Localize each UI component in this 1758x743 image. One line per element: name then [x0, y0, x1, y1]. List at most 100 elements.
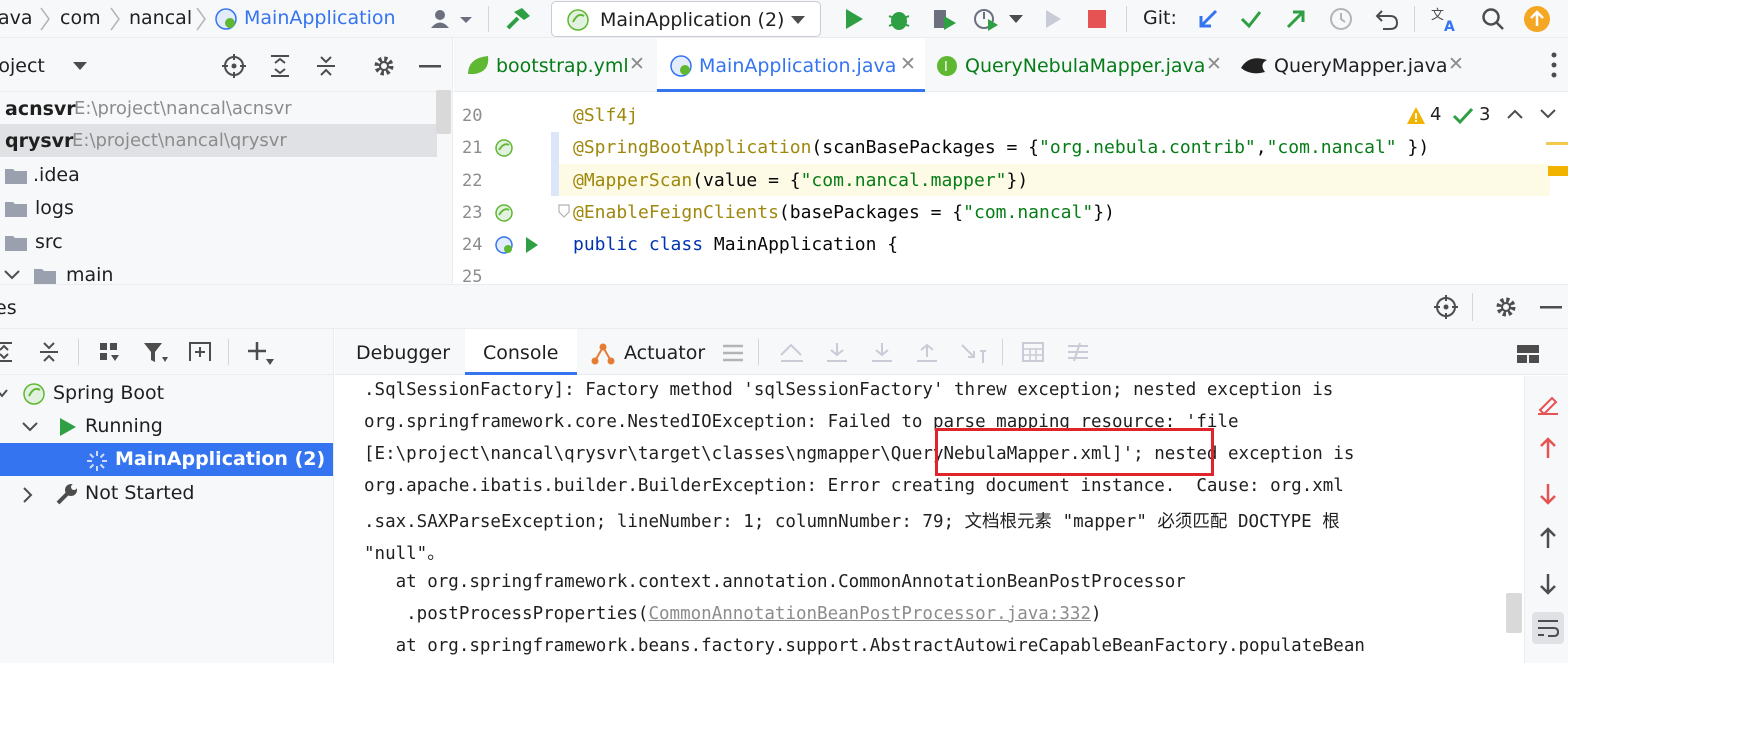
- stop-icon[interactable]: [1086, 8, 1108, 30]
- toolbar-divider: [488, 6, 489, 32]
- debug-icon[interactable]: [886, 6, 912, 32]
- git-history-icon[interactable]: [1328, 6, 1354, 32]
- rollback-icon[interactable]: [1374, 6, 1400, 32]
- inspection-widget[interactable]: 4 3: [1406, 104, 1556, 132]
- close-icon[interactable]: ✕: [1206, 53, 1222, 75]
- chevron-down-icon: [791, 16, 805, 24]
- previous-occurrence-icon[interactable]: [1538, 436, 1558, 460]
- close-icon[interactable]: ✕: [900, 53, 916, 75]
- group-by-icon[interactable]: [98, 341, 122, 365]
- clear-all-icon[interactable]: [1536, 390, 1560, 416]
- editor-tab-querymapper-java[interactable]: QueryMapper.java ✕: [1225, 38, 1475, 92]
- service-item-mainapplication[interactable]: MainApplication (2): [0, 443, 333, 476]
- service-group-running[interactable]: Running: [0, 410, 333, 443]
- breadcrumb-item[interactable]: ava: [0, 7, 33, 29]
- folder-icon: [34, 269, 56, 284]
- breadcrumb-item-current[interactable]: MainApplication: [244, 7, 396, 29]
- code-line-22: @MapperScan(value = {"com.nancal.mapper"…: [573, 170, 1029, 191]
- gear-icon[interactable]: [372, 54, 396, 78]
- soft-wrap-toggle[interactable]: [1532, 612, 1564, 644]
- close-icon[interactable]: ✕: [629, 53, 645, 75]
- project-panel-title[interactable]: roject: [0, 55, 45, 77]
- chevron-right-icon[interactable]: [22, 487, 34, 503]
- fold-icon[interactable]: [558, 204, 570, 218]
- minimize-icon[interactable]: [419, 65, 441, 69]
- profile-icon[interactable]: [972, 6, 1002, 32]
- editor-tab-bootstrap-yml[interactable]: bootstrap.yml ✕: [454, 38, 657, 92]
- spring-bean-gutter-icon[interactable]: [494, 203, 516, 225]
- console-scrollbar-thumb[interactable]: [1506, 593, 1522, 633]
- service-group-not-started[interactable]: Not Started: [0, 477, 333, 510]
- interface-icon: I: [937, 56, 957, 76]
- close-icon[interactable]: ✕: [1448, 53, 1464, 75]
- expand-all-icon[interactable]: [0, 341, 16, 363]
- step-into-icon: [872, 343, 892, 362]
- error-stripe-mark[interactable]: [1548, 166, 1568, 176]
- tree-item-module-selected[interactable]: qrysvr E:\project\nancal\qrysvr: [0, 124, 437, 157]
- minimize-icon[interactable]: [1540, 306, 1562, 310]
- tree-item-folder[interactable]: src: [0, 225, 437, 258]
- service-group-spring-boot[interactable]: Spring Boot: [0, 377, 333, 410]
- tree-item-folder[interactable]: logs: [0, 191, 437, 224]
- chevron-down-icon[interactable]: [4, 270, 20, 280]
- git-commit-icon[interactable]: [1239, 7, 1263, 31]
- more-tabs-icon[interactable]: [1549, 50, 1559, 80]
- services-title: es: [0, 297, 17, 319]
- spring-class-icon: [670, 55, 692, 77]
- editor-tab-querynebulamapper-java[interactable]: I QueryNebulaMapper.java ✕: [925, 38, 1225, 92]
- ide-update-icon[interactable]: [1523, 5, 1551, 33]
- down-arrow-icon[interactable]: [1538, 572, 1558, 596]
- gear-icon[interactable]: [1494, 295, 1518, 319]
- tab-debugger[interactable]: Debugger: [345, 329, 465, 375]
- coverage-icon[interactable]: [930, 6, 958, 32]
- run-configuration-select[interactable]: MainApplication (2): [551, 1, 821, 37]
- locate-icon[interactable]: [1434, 295, 1458, 319]
- chevron-down-icon[interactable]: [1008, 14, 1024, 24]
- code-editor[interactable]: 20 21 22 23 24 25 @Slf4j @SpringBootAppl…: [454, 92, 1568, 284]
- previous-highlight-icon[interactable]: [1507, 108, 1523, 120]
- run-icon[interactable]: [843, 7, 865, 31]
- next-occurrence-icon[interactable]: [1538, 482, 1558, 506]
- run-to-cursor-icon: [961, 344, 986, 363]
- tab-actuator[interactable]: Actuator: [583, 329, 713, 375]
- add-service-icon[interactable]: [246, 339, 276, 367]
- error-stripe-mark[interactable]: [1546, 142, 1568, 145]
- code-line-21: @SpringBootApplication(scanBasePackages …: [573, 137, 1430, 158]
- chevron-down-icon[interactable]: [0, 389, 8, 399]
- menu-lines-icon[interactable]: [722, 343, 744, 363]
- breadcrumb-item[interactable]: nancal: [129, 7, 192, 29]
- run-gutter-icon[interactable]: [524, 235, 540, 255]
- editor-tab-mainapplication-java[interactable]: MainApplication.java ✕: [657, 38, 925, 92]
- tree-item-folder[interactable]: .idea: [0, 158, 437, 191]
- spring-bean-gutter-icon[interactable]: [494, 138, 516, 160]
- project-scrollbar-thumb[interactable]: [436, 90, 451, 134]
- evaluate-expression-icon: [1022, 342, 1044, 362]
- translate-icon[interactable]: 文A: [1431, 5, 1461, 33]
- filter-icon[interactable]: [142, 341, 170, 365]
- up-arrow-icon[interactable]: [1538, 526, 1558, 550]
- chevron-down-icon[interactable]: [72, 61, 88, 71]
- chevron-down-icon[interactable]: [22, 422, 38, 432]
- git-push-icon[interactable]: [1284, 7, 1308, 31]
- breadcrumb-item[interactable]: com: [60, 7, 101, 29]
- stack-trace-link[interactable]: CommonAnnotationBeanPostProcessor.java:3…: [648, 604, 1091, 624]
- new-tab-icon[interactable]: [186, 339, 214, 365]
- next-highlight-icon[interactable]: [1540, 108, 1556, 120]
- layout-settings-icon[interactable]: [1515, 343, 1541, 365]
- step-over-icon: [827, 343, 847, 362]
- expand-all-icon[interactable]: [268, 54, 292, 78]
- build-hammer-icon[interactable]: [504, 6, 532, 32]
- toolbar-divider: [1414, 6, 1415, 32]
- console-line: .sax.SAXParseException; lineNumber: 1; c…: [364, 512, 1340, 532]
- collapse-all-icon[interactable]: [38, 341, 60, 363]
- user-dropdown-icon[interactable]: [430, 8, 472, 30]
- chevron-right-icon: [110, 7, 120, 31]
- show-execution-point-icon: [780, 343, 803, 362]
- tab-console[interactable]: Console: [465, 329, 577, 375]
- git-update-icon[interactable]: [1196, 7, 1220, 31]
- search-icon[interactable]: [1480, 6, 1506, 32]
- spring-bean-gutter-icon[interactable]: [494, 235, 516, 257]
- collapse-all-icon[interactable]: [314, 54, 338, 78]
- tree-item-module[interactable]: acnsvr E:\project\nancal\acnsvr: [0, 92, 437, 125]
- locate-icon[interactable]: [222, 54, 246, 78]
